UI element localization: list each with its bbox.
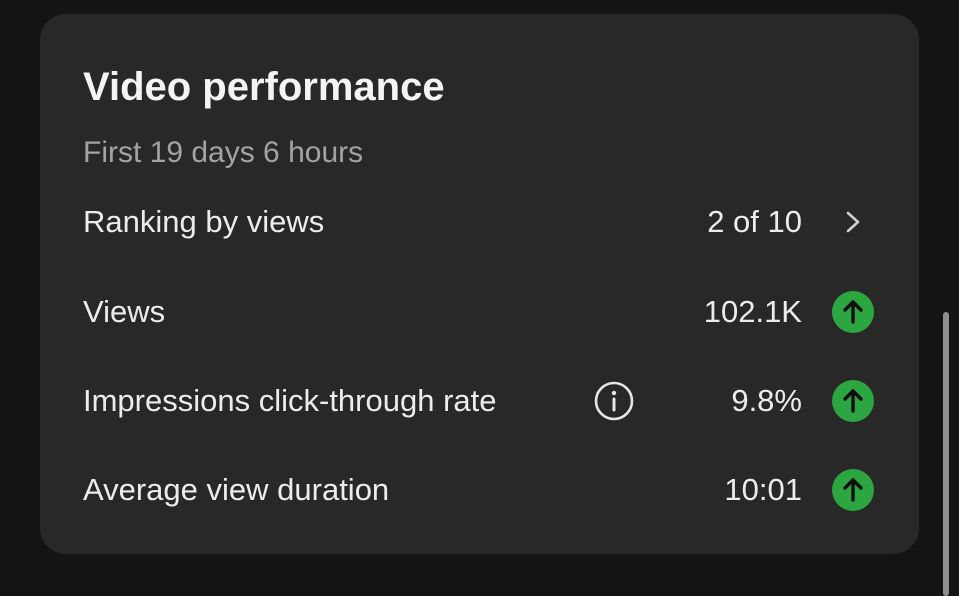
video-performance-card: Video performance First 19 days 6 hours …	[40, 14, 919, 554]
row-ranking-by-views[interactable]: Ranking by views 2 of 10	[40, 192, 919, 252]
card-subtitle: First 19 days 6 hours	[83, 136, 364, 169]
trend-up-icon	[832, 469, 874, 511]
row-value: 10:01	[724, 472, 802, 507]
row-views: Views 102.1K	[40, 282, 919, 342]
row-label: Ranking by views	[83, 204, 325, 239]
row-value: 2 of 10	[707, 204, 802, 239]
trend-up-icon	[832, 291, 874, 333]
row-average-view-duration: Average view duration 10:01	[40, 460, 919, 520]
row-value: 9.8%	[731, 383, 802, 418]
row-label: Views	[83, 294, 166, 329]
card-title: Video performance	[83, 65, 445, 109]
row-value: 102.1K	[703, 294, 802, 329]
row-label: Impressions click-through rate	[83, 383, 497, 418]
info-icon[interactable]	[593, 380, 635, 422]
row-impressions-ctr: Impressions click-through rate 9.8%	[40, 371, 919, 431]
trend-up-icon	[832, 380, 874, 422]
row-label: Average view duration	[83, 472, 390, 507]
screen: Video performance First 19 days 6 hours …	[0, 0, 959, 596]
scrollbar-thumb[interactable]	[943, 312, 949, 596]
chevron-right-icon[interactable]	[843, 209, 863, 235]
